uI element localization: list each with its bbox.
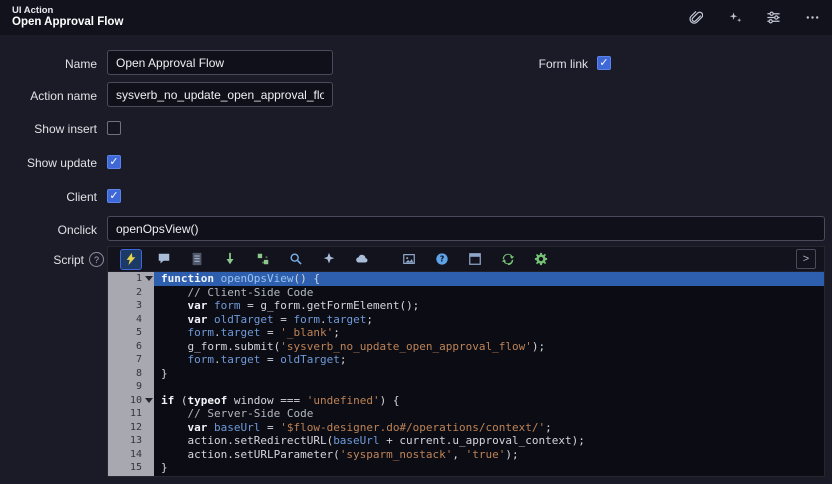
line-number: 12: [108, 421, 154, 435]
code-line-text: action.setURLParameter('sysparm_nostack'…: [154, 448, 824, 462]
line-number: 6: [108, 340, 154, 354]
ui-action-window: UI Action Open Approval Flow Name Form l…: [0, 0, 832, 484]
name-input[interactable]: [107, 50, 333, 75]
code-line-text: var oldTarget = form.target;: [154, 313, 824, 327]
line-number: 4: [108, 313, 154, 327]
code-line-text: g_form.submit('sysverb_no_update_open_ap…: [154, 340, 824, 354]
code-line-text: function openOpsView() {: [154, 272, 824, 286]
code-line[interactable]: 8}: [108, 367, 824, 381]
code-line-text: // Client-Side Code: [154, 286, 824, 300]
sync-icon[interactable]: [498, 250, 518, 269]
fold-arrow-icon[interactable]: [145, 398, 153, 403]
code-line[interactable]: 3 var form = g_form.getFormElement();: [108, 299, 824, 313]
code-line-text: var baseUrl = '$flow-designer.do#/operat…: [154, 421, 824, 435]
code-line[interactable]: 12 var baseUrl = '$flow-designer.do#/ope…: [108, 421, 824, 435]
code-line-text: action.setRedirectURL(baseUrl + current.…: [154, 434, 824, 448]
line-number: 1: [108, 272, 154, 286]
action-name-input[interactable]: [107, 82, 333, 107]
code-line[interactable]: 11 // Server-Side Code: [108, 407, 824, 421]
magic-wand-icon[interactable]: [727, 10, 742, 25]
code-line-text: }: [154, 367, 824, 381]
format-document-icon[interactable]: [187, 250, 207, 269]
fold-arrow-icon[interactable]: [145, 276, 153, 281]
code-line-text: if (typeof window === 'undefined') {: [154, 394, 824, 408]
show-update-label: Show update: [0, 156, 97, 170]
code-line[interactable]: 1function openOpsView() {: [108, 272, 824, 286]
line-number: 14: [108, 448, 154, 462]
script-editor: ?> 1function openOpsView() {2 // Client-…: [107, 246, 825, 477]
client-checkbox[interactable]: ✓: [107, 189, 121, 203]
line-number: 5: [108, 326, 154, 340]
form-link-label: Form link: [460, 57, 588, 71]
indent-icon[interactable]: [220, 250, 240, 269]
client-label: Client: [0, 190, 97, 204]
code-line-text: form.target = '_blank';: [154, 326, 824, 340]
code-line-text: var form = g_form.getFormElement();: [154, 299, 824, 313]
code-area[interactable]: 1function openOpsView() {2 // Client-Sid…: [108, 272, 824, 476]
code-line-text: form.target = oldTarget;: [154, 353, 824, 367]
code-line[interactable]: 6 g_form.submit('sysverb_no_update_open_…: [108, 340, 824, 354]
code-line[interactable]: 7 form.target = oldTarget;: [108, 353, 824, 367]
code-line[interactable]: 9: [108, 380, 824, 394]
line-number: 11: [108, 407, 154, 421]
svg-text:?: ?: [440, 255, 445, 264]
attachment-icon[interactable]: [688, 10, 703, 25]
code-line[interactable]: 2 // Client-Side Code: [108, 286, 824, 300]
more-icon[interactable]: [805, 10, 820, 25]
header-actions: [688, 10, 820, 25]
code-line[interactable]: 4 var oldTarget = form.target;: [108, 313, 824, 327]
code-line-text: }: [154, 461, 824, 475]
code-line[interactable]: 13 action.setRedirectURL(baseUrl + curre…: [108, 434, 824, 448]
page-title: Open Approval Flow: [12, 16, 123, 30]
image-icon[interactable]: [399, 250, 419, 269]
line-number: 15: [108, 461, 154, 475]
form-link-checkbox[interactable]: ✓: [597, 56, 611, 70]
line-number: 13: [108, 434, 154, 448]
line-number: 10: [108, 394, 154, 408]
onclick-input[interactable]: [107, 216, 825, 241]
syntax-check-icon[interactable]: [121, 250, 141, 269]
code-line-text: // Server-Side Code: [154, 407, 824, 421]
line-number: 3: [108, 299, 154, 313]
script-label-row: Script ?: [0, 252, 104, 267]
line-number: 7: [108, 353, 154, 367]
line-number: 8: [108, 367, 154, 381]
expand-toolbar-button[interactable]: >: [796, 249, 816, 269]
code-line[interactable]: 15}: [108, 461, 824, 475]
cloud-icon[interactable]: [352, 250, 372, 269]
header-bar: UI Action Open Approval Flow: [0, 0, 832, 35]
name-label: Name: [0, 57, 97, 71]
script-help-icon[interactable]: ?: [89, 252, 104, 267]
line-number: 2: [108, 286, 154, 300]
line-number: 9: [108, 380, 154, 394]
comment-icon[interactable]: [154, 250, 174, 269]
sliders-icon[interactable]: [766, 10, 781, 25]
show-insert-checkbox[interactable]: [107, 121, 121, 135]
search-icon[interactable]: [286, 250, 306, 269]
code-line[interactable]: 14 action.setURLParameter('sysparm_nosta…: [108, 448, 824, 462]
header-titles: UI Action Open Approval Flow: [12, 5, 123, 30]
merge-code-icon[interactable]: [253, 250, 273, 269]
window-icon[interactable]: [465, 250, 485, 269]
action-name-label: Action name: [0, 89, 97, 103]
code-line-text: [154, 380, 824, 394]
help-icon[interactable]: ?: [432, 250, 452, 269]
settings-icon[interactable]: [531, 250, 551, 269]
show-insert-label: Show insert: [0, 122, 97, 136]
code-line[interactable]: 10if (typeof window === 'undefined') {: [108, 394, 824, 408]
script-label: Script: [53, 253, 84, 267]
show-update-checkbox[interactable]: ✓: [107, 155, 121, 169]
code-line[interactable]: 5 form.target = '_blank';: [108, 326, 824, 340]
favorites-icon[interactable]: [319, 250, 339, 269]
editor-toolbar: ?>: [108, 247, 824, 272]
onclick-label: Onclick: [0, 223, 97, 237]
record-type-label: UI Action: [12, 5, 123, 16]
